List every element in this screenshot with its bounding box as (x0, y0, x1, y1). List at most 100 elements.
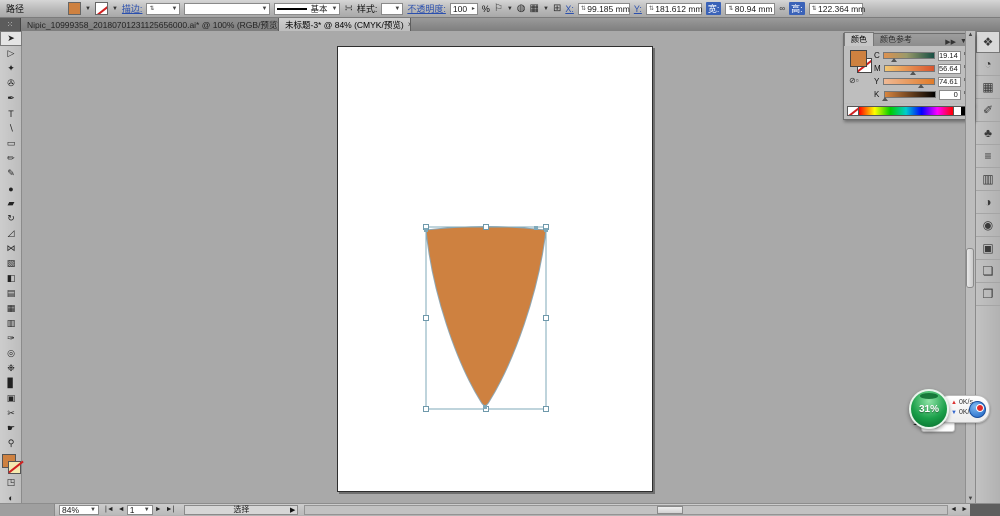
blend-tool[interactable]: ◎ (0, 346, 22, 361)
horizontal-scroll-thumb[interactable] (657, 505, 684, 514)
hand-tool[interactable]: ☛ (0, 421, 22, 436)
artboard-tool[interactable]: ▣ (0, 391, 22, 406)
select-similar-icon[interactable]: ⚐ (494, 3, 503, 14)
select-similar-dropdown-icon[interactable]: ▼ (507, 6, 513, 12)
dock-swatches-button[interactable]: ▦ (976, 76, 1000, 99)
horizontal-scrollbar[interactable] (304, 504, 949, 515)
eyedropper-tool[interactable]: ✑ (0, 331, 22, 346)
dock-layers-button[interactable]: ❏ (976, 260, 1000, 283)
scroll-up-icon[interactable]: ▲ (966, 32, 975, 38)
recolor-artwork-icon[interactable]: ∺ (344, 3, 352, 14)
none-color-icon[interactable]: ⊘▫ (849, 76, 859, 85)
stroke-swatch[interactable] (8, 461, 21, 474)
reference-point-icon[interactable]: ⊞ (553, 3, 561, 14)
brush-definition-combo[interactable]: 基本 ▼ (274, 2, 341, 15)
opacity-combo[interactable]: 100 ▸ (449, 2, 478, 15)
eraser-tool[interactable]: ▰ (0, 196, 22, 211)
dock-graphic-styles-button[interactable]: ▣ (976, 237, 1000, 260)
cone-shape[interactable] (425, 226, 547, 406)
black-slider-thumb[interactable] (881, 97, 888, 101)
dock-artboards-button[interactable]: ❐ (976, 283, 1000, 306)
x-field[interactable]: ⇅ 99.185 mm (577, 2, 630, 15)
style-combo[interactable]: ▼ (381, 2, 404, 15)
gradient-tool[interactable]: ▥ (0, 316, 22, 331)
constrain-link-icon[interactable]: ∞ (779, 4, 785, 13)
stroke-dropdown-icon[interactable]: ▼ (112, 6, 118, 12)
dock-brushes-button[interactable]: ✐ (976, 99, 1000, 122)
rectangle-tool[interactable]: ▭ (0, 136, 22, 151)
rotate-tool[interactable]: ↻ (0, 211, 22, 226)
lasso-tool[interactable]: ✇ (0, 76, 22, 91)
align-dropdown-icon[interactable]: ▼ (543, 6, 549, 12)
status-indicator[interactable]: 选择 ▶ (184, 504, 299, 515)
handle-mid-left[interactable] (423, 315, 429, 321)
artboard[interactable] (337, 46, 653, 492)
handle-bottom-right[interactable] (543, 406, 549, 412)
line-segment-tool[interactable]: ∖ (0, 121, 22, 136)
free-transform-tool[interactable]: ▧ (0, 256, 22, 271)
magenta-slider-thumb[interactable] (909, 71, 916, 75)
progress-sphere[interactable]: 31% (909, 389, 949, 429)
cyan-slider[interactable] (883, 52, 935, 62)
downloader-logo-icon[interactable] (969, 401, 986, 418)
dock-transparency-button[interactable]: ◑ (976, 191, 1000, 214)
scale-tool[interactable]: ◿ (0, 226, 22, 241)
document-tab-2[interactable]: 未标题-3* @ 84% (CMYK/预览) × (279, 18, 411, 31)
first-artboard-button[interactable]: |◄ (105, 506, 114, 513)
isolate-mode-icon[interactable]: ◍ (517, 3, 526, 14)
perspective-grid-tool[interactable]: ▤ (0, 286, 22, 301)
zoom-tool[interactable]: ⚲ (0, 436, 22, 451)
direct-selection-tool[interactable]: ▷ (0, 46, 22, 61)
fill-color-swatch[interactable] (68, 2, 82, 15)
dock-color-button[interactable]: ❖ (976, 31, 1000, 53)
spectrum-none-swatch[interactable] (848, 107, 859, 115)
black-slider[interactable] (881, 91, 936, 101)
anchor-bottom-tip[interactable] (483, 405, 487, 409)
scroll-left-icon[interactable]: ◄ (950, 506, 957, 513)
zoom-level-combo[interactable]: 84% ▼ (59, 504, 99, 515)
tab-color[interactable]: 颜色 (844, 32, 874, 46)
slice-tool[interactable]: ✂ (0, 406, 22, 421)
blob-brush-tool[interactable]: ● (0, 181, 22, 196)
anchor-top-right[interactable] (544, 228, 548, 232)
dock-stroke-button[interactable]: ≡ (976, 145, 1000, 168)
height-field[interactable]: ⇅ 122.364 mm (808, 2, 865, 15)
panel-fill-swatch[interactable] (850, 50, 867, 67)
tab-close-icon[interactable]: × (408, 20, 410, 29)
document-tab-1[interactable]: Nipic_10999358_20180701231125656000.ai* … (21, 18, 279, 31)
tab-color-guide[interactable]: 颜色参考 (874, 33, 918, 46)
magenta-value-field[interactable]: 56.64 (937, 63, 961, 74)
last-artboard-button[interactable]: ►| (166, 506, 175, 513)
spectrum-gradient[interactable] (859, 107, 953, 115)
width-profile-combo[interactable]: ▼ (184, 2, 271, 15)
scroll-down-icon[interactable]: ▼ (966, 496, 975, 502)
handle-top-mid[interactable] (483, 224, 489, 230)
cyan-slider-thumb[interactable] (890, 58, 897, 62)
paintbrush-tool[interactable]: ✏ (0, 151, 22, 166)
width-tool[interactable]: ⋈ (0, 241, 22, 256)
handle-mid-right[interactable] (543, 315, 549, 321)
vertical-scroll-thumb[interactable] (966, 248, 974, 288)
align-panel-icon[interactable]: ▦ (530, 3, 539, 14)
dock-symbols-button[interactable]: ♣ (976, 122, 1000, 145)
pen-tool[interactable]: ✒ (0, 91, 22, 106)
stroke-color-swatch[interactable] (94, 2, 108, 15)
magic-wand-tool[interactable]: ✦ (0, 61, 22, 76)
type-tool[interactable]: T (0, 106, 22, 121)
width-field[interactable]: ⇅ 80.94 mm (725, 2, 776, 15)
anchor-top-right-curve[interactable] (534, 226, 538, 230)
cyan-value-field[interactable]: 19.14 (937, 50, 961, 61)
drawing-mode-button[interactable]: ◳ (0, 475, 22, 490)
stroke-link[interactable]: 描边: (122, 2, 143, 15)
yellow-slider[interactable] (883, 78, 935, 88)
artboard-number-combo[interactable]: 1 ▼ (126, 504, 153, 515)
column-graph-tool[interactable]: ▊ (0, 376, 22, 391)
handle-bottom-left[interactable] (423, 406, 429, 412)
magenta-slider[interactable] (883, 65, 935, 75)
yellow-value-field[interactable]: 74.61 (937, 76, 961, 87)
selection-tool[interactable]: ➤ (0, 31, 22, 46)
tab-strip-corner-icon[interactable]: ⁙ (0, 18, 21, 31)
fill-stroke-indicator[interactable] (0, 453, 22, 475)
shape-builder-tool[interactable]: ◧ (0, 271, 22, 286)
pencil-tool[interactable]: ✎ (0, 166, 22, 181)
